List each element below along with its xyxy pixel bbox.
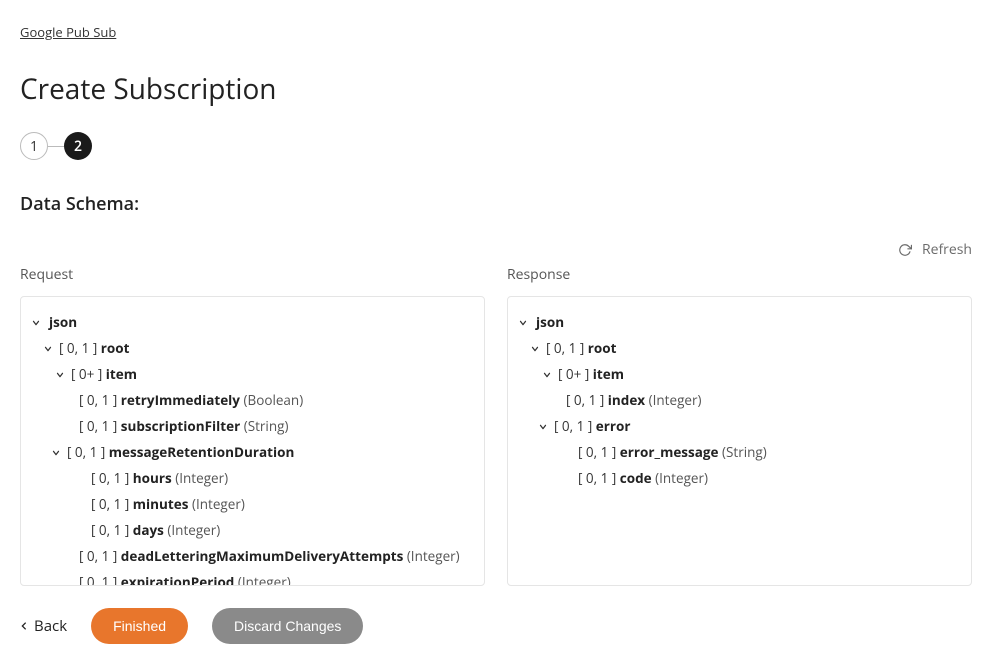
finished-button[interactable]: Finished [91,608,188,644]
node-type: (Boolean) [244,391,304,409]
node-type: (Integer) [407,547,460,565]
tree-node[interactable]: [ 0, 1 ] days (Integer) [31,517,474,543]
node-name: messageRetentionDuration [109,443,295,461]
node-name: error_message [620,443,719,461]
tree-node[interactable]: [ 0+ ] item [518,361,961,387]
node-name: days [133,521,164,539]
tree-node[interactable]: [ 0+ ] item [31,361,474,387]
tree-node[interactable]: [ 0, 1 ] expirationPeriod (Integer) [31,569,474,586]
section-heading: Data Schema: [20,192,972,216]
node-name: deadLetteringMaximumDeliveryAttempts [121,547,404,565]
node-type: (Integer) [175,469,228,487]
node-type: (String) [722,443,767,461]
node-name: retryImmediately [121,391,240,409]
node-cardinality: [ 0, 1 ] [578,443,620,461]
node-name: json [536,313,564,331]
node-name: index [608,391,645,409]
response-label: Response [507,265,972,284]
chevron-left-icon [20,616,28,636]
tree-node[interactable]: [ 0, 1 ] retryImmediately (Boolean) [31,387,474,413]
node-type: (Integer) [192,495,245,513]
node-cardinality: [ 0, 1 ] [79,417,121,435]
node-name: root [588,339,617,357]
chevron-down-icon[interactable] [538,422,552,432]
node-cardinality: [ 0, 1 ] [67,443,109,461]
tree-node[interactable]: [ 0, 1 ] index (Integer) [518,387,961,413]
step-connector [48,146,64,147]
chevron-down-icon[interactable] [530,344,544,354]
discard-button[interactable]: Discard Changes [212,608,363,644]
tree-node[interactable]: json [31,309,474,335]
node-cardinality: [ 0+ ] [71,365,106,383]
tree-node[interactable]: [ 0, 1 ] deadLetteringMaximumDeliveryAtt… [31,543,474,569]
node-name: expirationPeriod [121,573,235,586]
chevron-down-icon[interactable] [51,448,65,458]
tree-node[interactable]: [ 0, 1 ] error [518,413,961,439]
node-name: minutes [133,495,189,513]
refresh-label: Refresh [922,240,972,259]
node-cardinality: [ 0, 1 ] [566,391,608,409]
node-name: json [49,313,77,331]
refresh-icon [898,243,912,257]
node-name: subscriptionFilter [121,417,240,435]
node-cardinality: [ 0, 1 ] [91,495,133,513]
node-cardinality: [ 0+ ] [558,365,593,383]
page-title: Create Subscription [20,70,972,108]
chevron-down-icon[interactable] [518,318,532,328]
node-name: root [101,339,130,357]
tree-node[interactable]: [ 0, 1 ] code (Integer) [518,465,961,491]
tree-node[interactable]: [ 0, 1 ] subscriptionFilter (String) [31,413,474,439]
refresh-button[interactable]: Refresh [20,240,972,259]
node-type: (Integer) [649,391,702,409]
node-name: item [106,365,137,383]
node-name: code [620,469,652,487]
node-cardinality: [ 0, 1 ] [578,469,620,487]
step-1[interactable]: 1 [20,132,48,160]
breadcrumb-link[interactable]: Google Pub Sub [20,23,116,41]
request-label: Request [20,265,485,284]
chevron-down-icon[interactable] [55,370,69,380]
node-cardinality: [ 0, 1 ] [554,417,596,435]
tree-node[interactable]: [ 0, 1 ] root [31,335,474,361]
node-cardinality: [ 0, 1 ] [59,339,101,357]
node-cardinality: [ 0, 1 ] [546,339,588,357]
node-name: item [593,365,624,383]
node-name: hours [133,469,172,487]
tree-node[interactable]: [ 0, 1 ] hours (Integer) [31,465,474,491]
request-schema-panel[interactable]: json[ 0, 1 ] root[ 0+ ] item[ 0, 1 ] ret… [20,296,485,586]
node-type: (String) [244,417,289,435]
tree-node[interactable]: json [518,309,961,335]
step-2[interactable]: 2 [64,132,92,160]
node-type: (Integer) [655,469,708,487]
response-schema-panel[interactable]: json[ 0, 1 ] root[ 0+ ] item[ 0, 1 ] ind… [507,296,972,586]
node-cardinality: [ 0, 1 ] [79,573,121,586]
chevron-down-icon[interactable] [542,370,556,380]
chevron-down-icon[interactable] [43,344,57,354]
chevron-down-icon[interactable] [31,318,45,328]
node-cardinality: [ 0, 1 ] [91,521,133,539]
tree-node[interactable]: [ 0, 1 ] messageRetentionDuration [31,439,474,465]
back-button[interactable]: Back [20,616,67,636]
tree-node[interactable]: [ 0, 1 ] root [518,335,961,361]
node-name: error [596,417,631,435]
tree-node[interactable]: [ 0, 1 ] minutes (Integer) [31,491,474,517]
node-cardinality: [ 0, 1 ] [91,469,133,487]
node-type: (Integer) [238,573,291,586]
tree-node[interactable]: [ 0, 1 ] error_message (String) [518,439,961,465]
back-label: Back [34,616,67,636]
node-type: (Integer) [167,521,220,539]
node-cardinality: [ 0, 1 ] [79,391,121,409]
node-cardinality: [ 0, 1 ] [79,547,121,565]
stepper: 1 2 [20,132,972,160]
